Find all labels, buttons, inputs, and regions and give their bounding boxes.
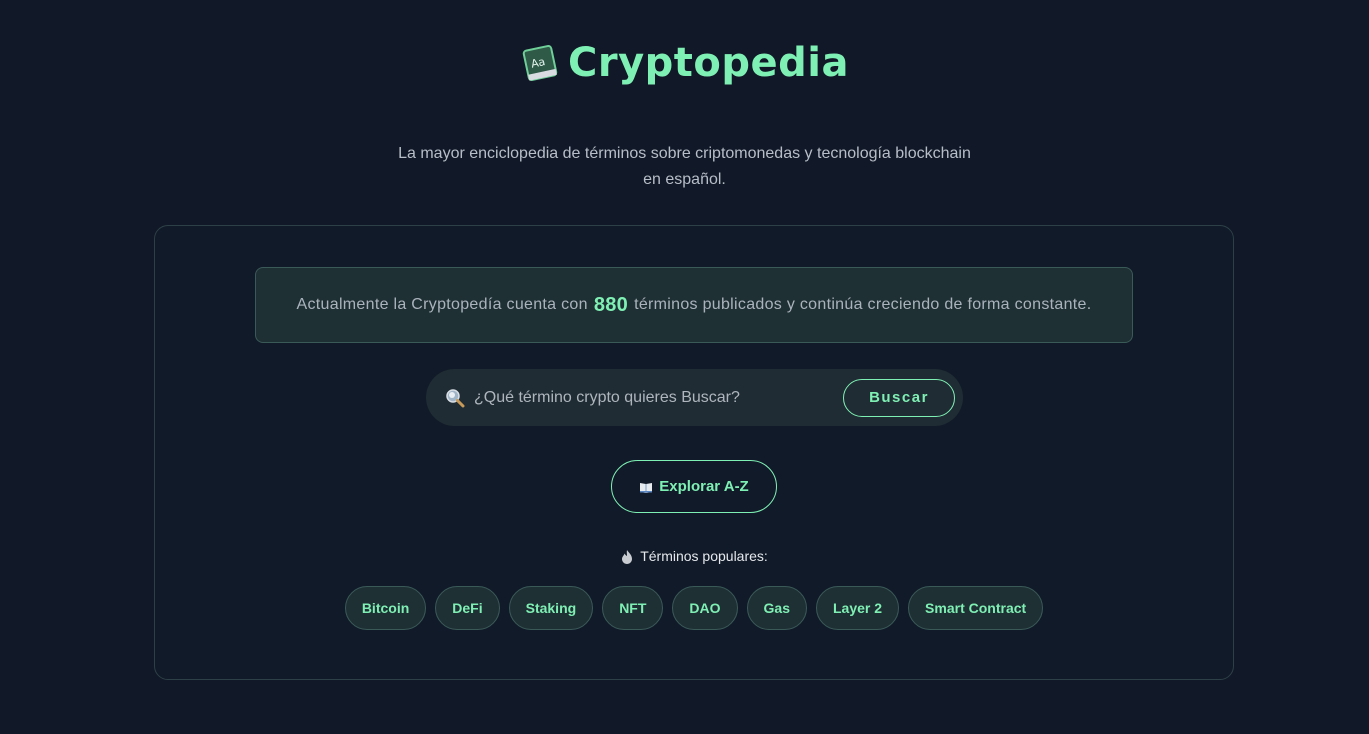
fire-icon (622, 549, 633, 564)
brand-name[interactable]: Cryptopedia (568, 40, 849, 86)
tag-nft[interactable]: NFT (602, 586, 664, 630)
popular-terms-heading: Términos populares: (155, 548, 1233, 564)
tag-dao[interactable]: DAO (672, 586, 738, 630)
tag-defi[interactable]: DeFi (435, 586, 500, 630)
stats-banner: Actualmente la Cryptopedía cuenta con 88… (255, 267, 1133, 343)
explore-az-button[interactable]: Explorar A-Z (611, 460, 777, 513)
book-icon (640, 482, 653, 493)
search-input[interactable] (474, 377, 843, 418)
site-header: Aa Cryptopedia (0, 40, 1369, 86)
tag-bitcoin[interactable]: Bitcoin (344, 586, 427, 630)
page-subtitle: La mayor enciclopedia de términos sobre … (0, 141, 1369, 193)
search-card: Actualmente la Cryptopedía cuenta con 88… (154, 225, 1234, 680)
popular-tags: Bitcoin DeFi Staking NFT DAO Gas Layer 2… (155, 586, 1233, 630)
tag-layer-2[interactable]: Layer 2 (816, 586, 900, 630)
tag-smart-contract[interactable]: Smart Contract (908, 586, 1044, 630)
search-bar: Buscar (426, 369, 963, 426)
tag-staking[interactable]: Staking (508, 586, 594, 630)
popular-terms-label: Términos populares: (640, 548, 768, 564)
stats-suffix: términos publicados y continúa creciendo… (634, 296, 1092, 313)
explore-label: Explorar A-Z (659, 478, 749, 495)
terms-count: 880 (593, 293, 629, 316)
stats-prefix: Actualmente la Cryptopedía cuenta con (296, 296, 588, 313)
subtitle-line-2: en español. (643, 171, 726, 188)
tag-gas[interactable]: Gas (746, 586, 807, 630)
subtitle-line-1: La mayor enciclopedia de términos sobre … (398, 145, 971, 162)
search-button[interactable]: Buscar (843, 378, 955, 417)
book-logo-icon: Aa (522, 44, 558, 82)
search-icon (446, 388, 465, 407)
